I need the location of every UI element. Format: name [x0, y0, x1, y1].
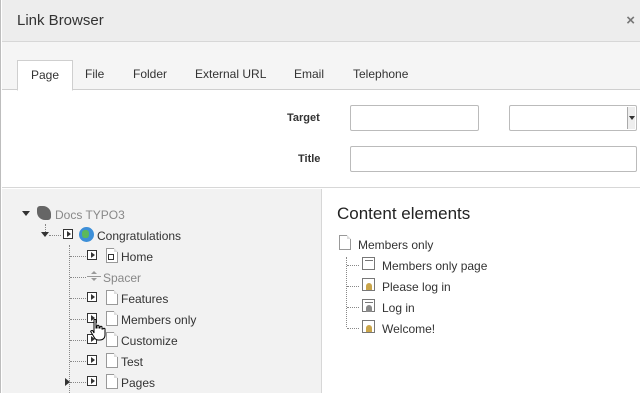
- tab-page[interactable]: Page: [17, 60, 74, 91]
- caret-down-icon[interactable]: [41, 232, 49, 237]
- content-element-log-in[interactable]: Log in: [322, 298, 640, 318]
- text-element-icon: [362, 257, 375, 270]
- tree-root-label: Docs TYPO3: [55, 208, 125, 222]
- content-element-members-only-page[interactable]: Members only page: [322, 256, 640, 276]
- page-tree: Docs TYPO3 Congratulations Home Spacer F…: [2, 189, 322, 393]
- typo3-logo-icon: [37, 206, 51, 220]
- close-icon[interactable]: ×: [626, 12, 635, 29]
- tab-email[interactable]: Email: [281, 60, 337, 91]
- hand-cursor-icon: [90, 319, 106, 341]
- page-icon: [106, 290, 118, 305]
- tree-item-label: Test: [121, 355, 144, 369]
- link-browser-dialog: Link Browser × Page File Folder External…: [0, 0, 640, 393]
- caret-down-icon[interactable]: [22, 211, 30, 216]
- login-form-icon: [362, 320, 375, 333]
- tree-item-label: Spacer: [103, 271, 142, 285]
- chevron-down-icon: [627, 107, 635, 129]
- tree-item-pages[interactable]: Pages: [2, 373, 321, 393]
- tree-item-label: Members only: [121, 313, 197, 327]
- login-form-icon: [362, 299, 375, 312]
- link-attributes-form: Target Title: [2, 91, 640, 188]
- login-form-icon: [362, 278, 375, 291]
- tab-file[interactable]: File: [72, 60, 117, 91]
- page-icon: [106, 353, 118, 368]
- content-element-label: Welcome!: [382, 322, 436, 336]
- globe-icon: [79, 227, 94, 242]
- tree-item-label: Congratulations: [97, 229, 182, 243]
- tab-external-url[interactable]: External URL: [182, 60, 279, 91]
- tree-item-home[interactable]: Home: [2, 247, 321, 267]
- target-label: Target: [287, 112, 320, 124]
- tree-item-spacer[interactable]: Spacer: [2, 268, 321, 288]
- expand-icon[interactable]: [87, 355, 97, 365]
- tab-folder[interactable]: Folder: [120, 60, 180, 91]
- expand-icon[interactable]: [63, 229, 73, 239]
- content-element-label: Members only page: [382, 259, 488, 273]
- tree-item-customize[interactable]: Customize: [2, 331, 321, 351]
- content-element-label: Log in: [382, 301, 415, 315]
- tree-root[interactable]: Docs TYPO3: [2, 205, 321, 225]
- target-select[interactable]: [509, 105, 637, 131]
- expand-icon[interactable]: [87, 376, 97, 386]
- page-icon: [106, 311, 118, 326]
- tree-item-test[interactable]: Test: [2, 352, 321, 372]
- page-icon: [106, 332, 118, 347]
- content-heading: Content elements: [337, 204, 471, 223]
- target-input[interactable]: [350, 105, 479, 131]
- caret-right-icon[interactable]: [65, 378, 70, 386]
- tree-item-label: Home: [121, 250, 154, 264]
- tree-item-label: Features: [121, 292, 169, 306]
- title-label: Title: [298, 153, 321, 165]
- page-shortcut-icon: [106, 248, 118, 263]
- dialog-header: Link Browser ×: [2, 0, 640, 42]
- page-icon: [339, 235, 351, 250]
- tree-item-members-only[interactable]: Members only: [2, 310, 321, 330]
- page-icon: [106, 374, 118, 389]
- spacer-icon: [87, 276, 101, 277]
- content-element-welcome[interactable]: Welcome!: [322, 319, 640, 339]
- tree-item-label: Pages: [121, 376, 156, 390]
- expand-icon[interactable]: [87, 250, 97, 260]
- tree-item-features[interactable]: Features: [2, 289, 321, 309]
- expand-icon[interactable]: [87, 292, 97, 302]
- content-elements-pane: Content elements Members only Members on…: [322, 189, 640, 393]
- dialog-title: Link Browser: [17, 12, 104, 29]
- tab-telephone[interactable]: Telephone: [340, 60, 421, 91]
- title-input[interactable]: [350, 146, 637, 172]
- content-element-please-log-in[interactable]: Please log in: [322, 277, 640, 297]
- content-page-label: Members only: [358, 238, 434, 252]
- tree-item-label: Customize: [121, 334, 178, 348]
- tree-item-congratulations[interactable]: Congratulations: [2, 226, 321, 246]
- content-element-label: Please log in: [382, 280, 451, 294]
- tab-bar: Page File Folder External URL Email Tele…: [2, 42, 640, 91]
- content-page-members-only[interactable]: Members only: [322, 235, 640, 255]
